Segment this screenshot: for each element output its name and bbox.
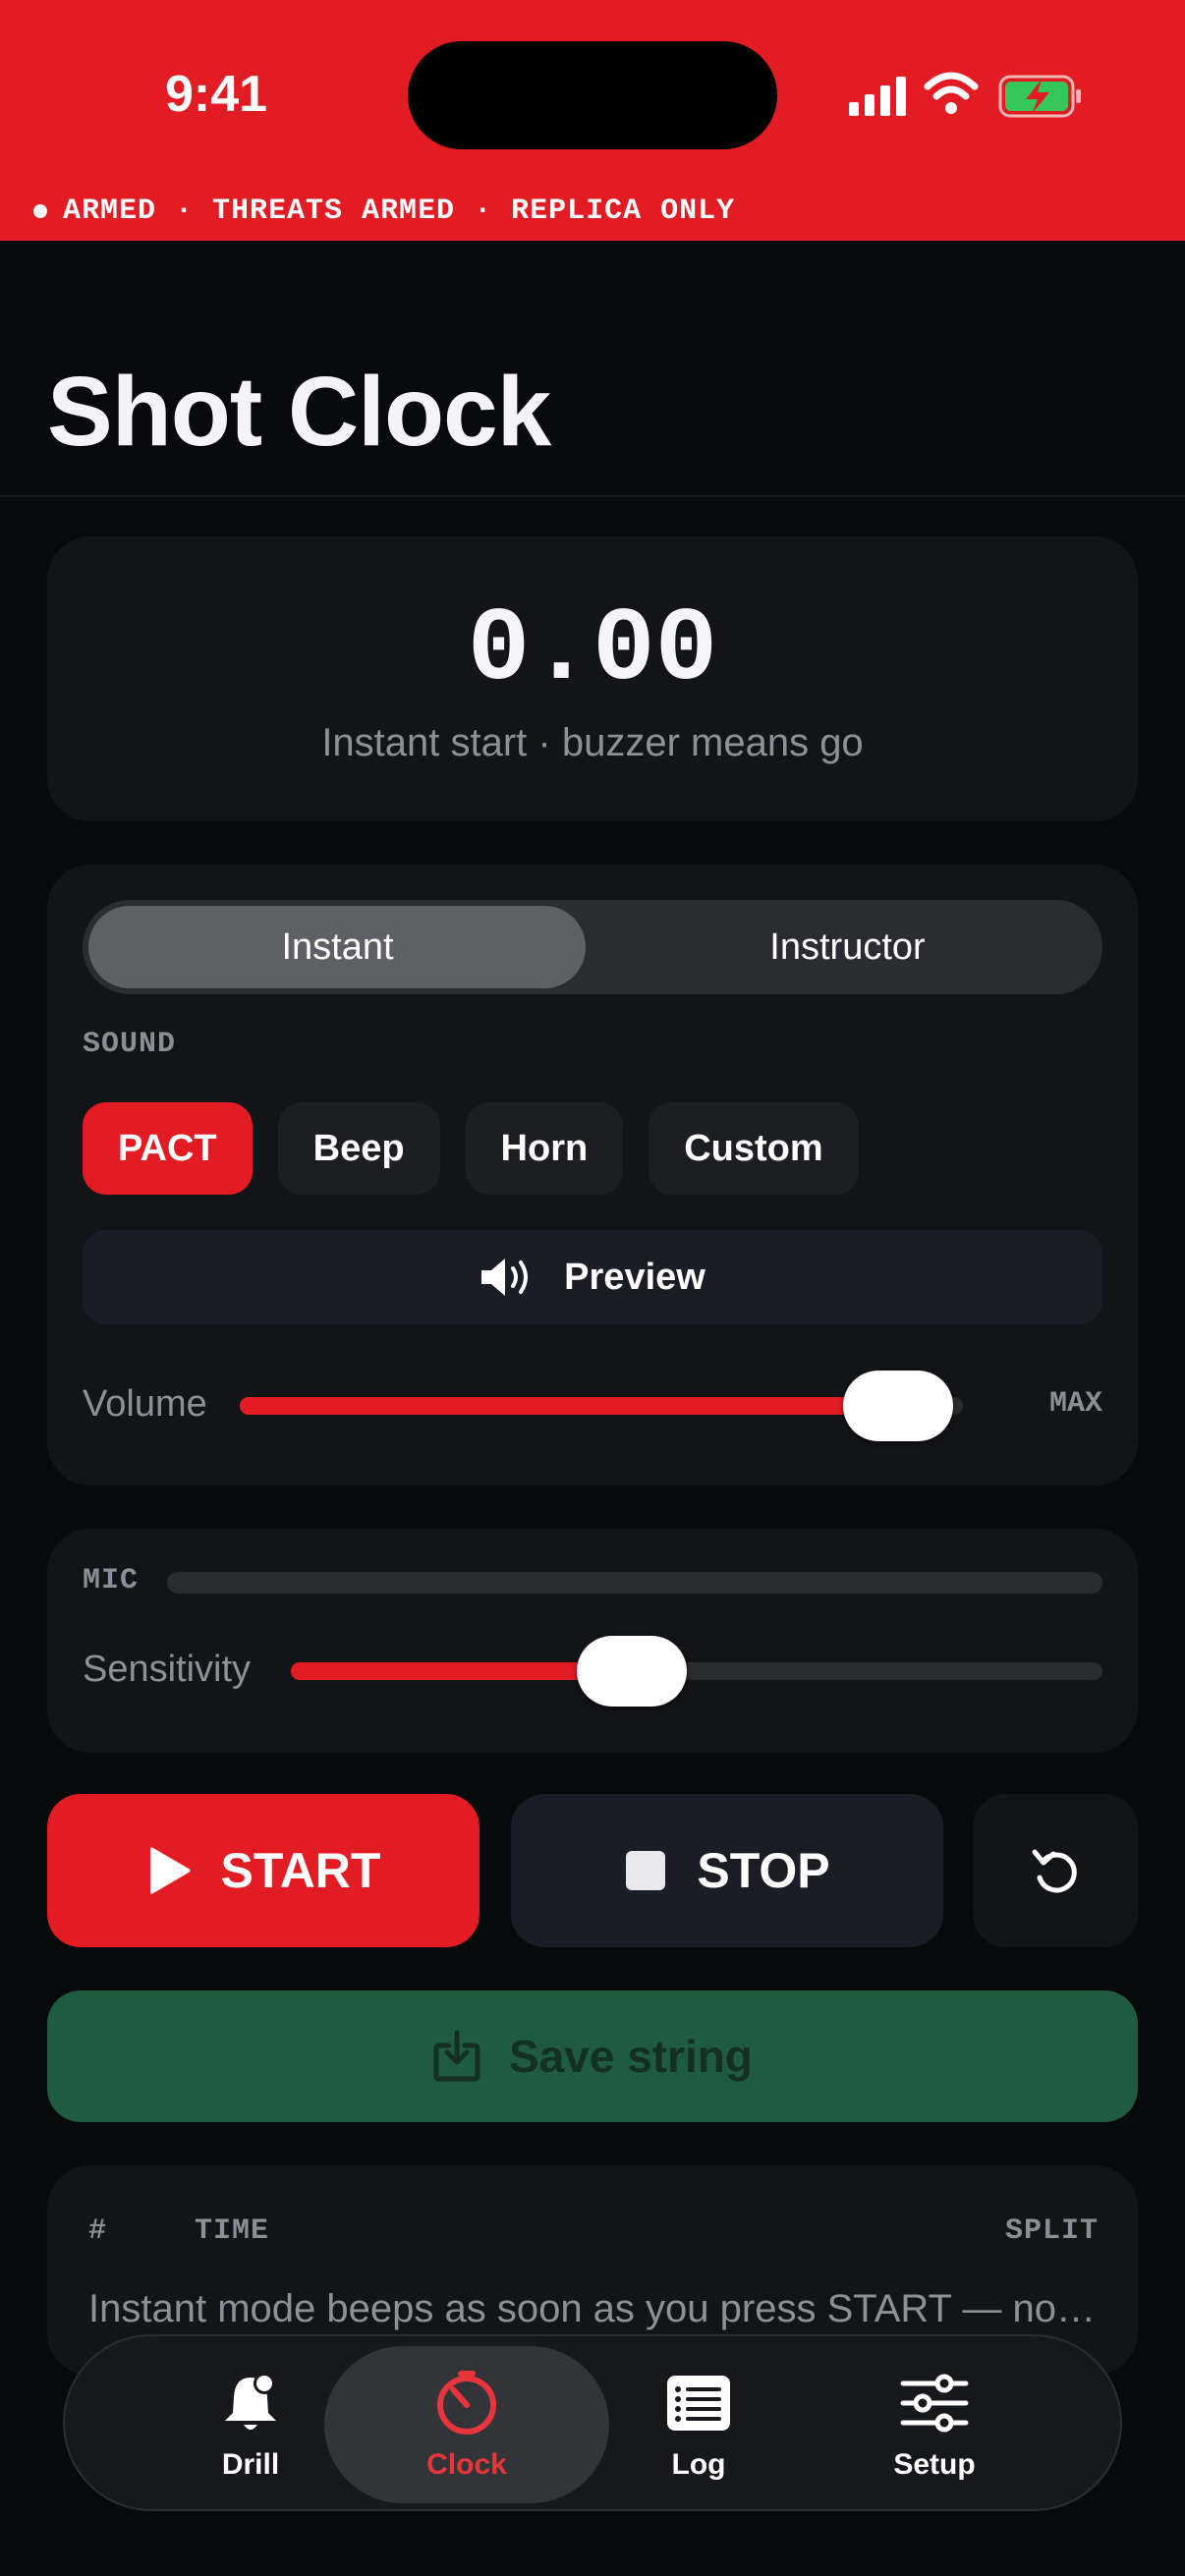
save-download-icon [433, 2030, 480, 2082]
armed-status: ARMED · THREATS ARMED · REPLICA ONLY [33, 195, 735, 228]
mode-option-instructor[interactable]: Instructor [592, 900, 1102, 994]
tab-bar: Drill Clock Log Setup [63, 2334, 1122, 2511]
volume-slider-thumb[interactable] [842, 1371, 953, 1441]
title-divider [0, 495, 1185, 497]
mode-segmented-control: Instant Instructor [83, 900, 1102, 994]
mic-settings-card: MIC Sensitivity [47, 1529, 1138, 1753]
stop-label: STOP [697, 1843, 830, 1898]
list-icon [667, 2376, 730, 2431]
tab-label-setup: Setup [893, 2448, 976, 2481]
volume-slider[interactable] [240, 1371, 963, 1441]
stopwatch-icon [437, 2371, 496, 2435]
sensitivity-slider[interactable] [291, 1636, 1102, 1707]
save-string-label: Save string [509, 2031, 753, 2082]
preview-button[interactable]: Preview [83, 1230, 1102, 1324]
sensitivity-slider-thumb[interactable] [576, 1636, 687, 1707]
mode-option-instant[interactable]: Instant [83, 900, 592, 994]
armed-banner: 9:41 ARMED · THREATS ARMED · REPLICA ONL… [0, 0, 1185, 241]
start-label: START [220, 1843, 381, 1898]
reset-button[interactable] [973, 1794, 1138, 1947]
sliders-icon [900, 2374, 969, 2433]
wifi-icon [924, 72, 979, 114]
armed-status-text: ARMED · THREATS ARMED · REPLICA ONLY [63, 195, 736, 228]
timer-value: 0.00 [467, 591, 718, 709]
status-time: 9:41 [165, 66, 268, 123]
tab-label-drill: Drill [221, 2448, 280, 2481]
speaker-icon [481, 1259, 529, 1296]
timer-display: 0.00 Instant start · buzzer means go [47, 536, 1138, 821]
preview-label: Preview [564, 1256, 705, 1298]
sound-section-label: SOUND [83, 1028, 177, 1061]
timer-subtitle: Instant start · buzzer means go [321, 721, 864, 764]
volume-value-label: MAX [1048, 1387, 1102, 1421]
column-header-time: TIME [195, 2214, 270, 2248]
battery-charging-icon [998, 75, 1081, 118]
cellular-signal-icon [849, 77, 906, 116]
volume-slider-fill [240, 1397, 898, 1415]
tab-label-clock: Clock [426, 2448, 507, 2481]
column-header-split: SPLIT [1004, 2214, 1099, 2248]
tab-label-log: Log [671, 2448, 726, 2481]
sound-option-horn[interactable]: Horn [465, 1102, 624, 1195]
mic-level-meter [167, 1572, 1102, 1594]
splits-empty-note: Instant mode beeps as soon as you press … [88, 2287, 1100, 2330]
save-string-button[interactable]: Save string [47, 1990, 1138, 2122]
page-title: Shot Clock [47, 357, 551, 467]
sound-option-pact[interactable]: PACT [83, 1102, 253, 1195]
column-header-index: # [88, 2214, 108, 2248]
sound-option-beep[interactable]: Beep [277, 1102, 440, 1195]
reset-icon [1032, 1849, 1077, 1893]
dynamic-island [408, 41, 777, 149]
start-button[interactable]: START [47, 1794, 480, 1947]
sound-settings-card: Instant Instructor SOUND PACT Beep Horn … [47, 865, 1138, 1485]
tab-setup[interactable]: Setup [792, 2346, 1077, 2503]
shot-clock-screen: 9:41 ARMED · THREATS ARMED · REPLICA ONL… [0, 0, 1185, 2576]
stop-button[interactable]: STOP [511, 1794, 943, 1947]
bell-icon [225, 2373, 276, 2430]
stop-icon [626, 1851, 666, 1890]
mic-label: MIC [83, 1564, 140, 1597]
sensitivity-label: Sensitivity [83, 1649, 252, 1690]
armed-dot-icon [33, 204, 47, 218]
sound-option-custom[interactable]: Custom [649, 1102, 859, 1195]
volume-label: Volume [83, 1383, 207, 1425]
play-icon [149, 1847, 191, 1894]
sound-options: PACT Beep Horn Custom [83, 1102, 859, 1195]
